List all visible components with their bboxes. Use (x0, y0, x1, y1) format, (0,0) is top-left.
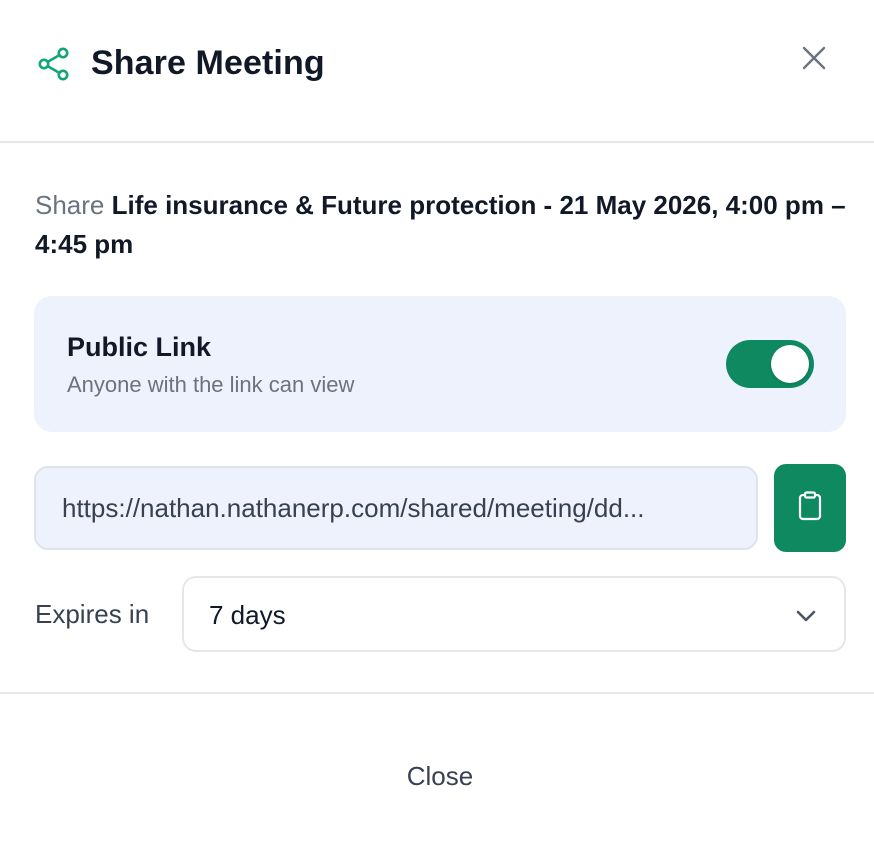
meeting-name: Life insurance & Future protection - 21 … (35, 190, 846, 259)
dialog-footer: Close (0, 692, 874, 846)
public-link-title: Public Link (67, 332, 212, 362)
dialog-title: Share Meeting (91, 44, 325, 82)
close-button[interactable]: Close (340, 744, 540, 808)
share-link-field[interactable]: https://nathan.nathanerp.com/shared/meet… (34, 466, 758, 550)
public-link-subtitle: Anyone with the link can view (67, 372, 355, 397)
public-link-toggle[interactable] (726, 340, 814, 388)
copy-link-button[interactable] (774, 464, 846, 552)
public-link-card: Public Link Anyone with the link can vie… (34, 296, 846, 432)
chevron-down-icon (793, 603, 819, 629)
expires-label: Expires in (35, 599, 150, 629)
share-icon (36, 46, 72, 82)
toggle-knob (771, 345, 809, 383)
share-description: Share Life insurance & Future protection… (35, 186, 850, 264)
dialog-header: Share Meeting (0, 0, 874, 143)
expires-select[interactable]: 7 days (182, 576, 846, 652)
clipboard-icon (797, 490, 823, 526)
expires-selected-value: 7 days (209, 600, 286, 630)
share-prefix: Share (35, 190, 105, 220)
share-link-text: https://nathan.nathanerp.com/shared/meet… (62, 492, 645, 523)
close-icon[interactable] (798, 42, 830, 74)
share-meeting-dialog: Share Meeting Share Life insurance & Fut… (0, 0, 874, 846)
